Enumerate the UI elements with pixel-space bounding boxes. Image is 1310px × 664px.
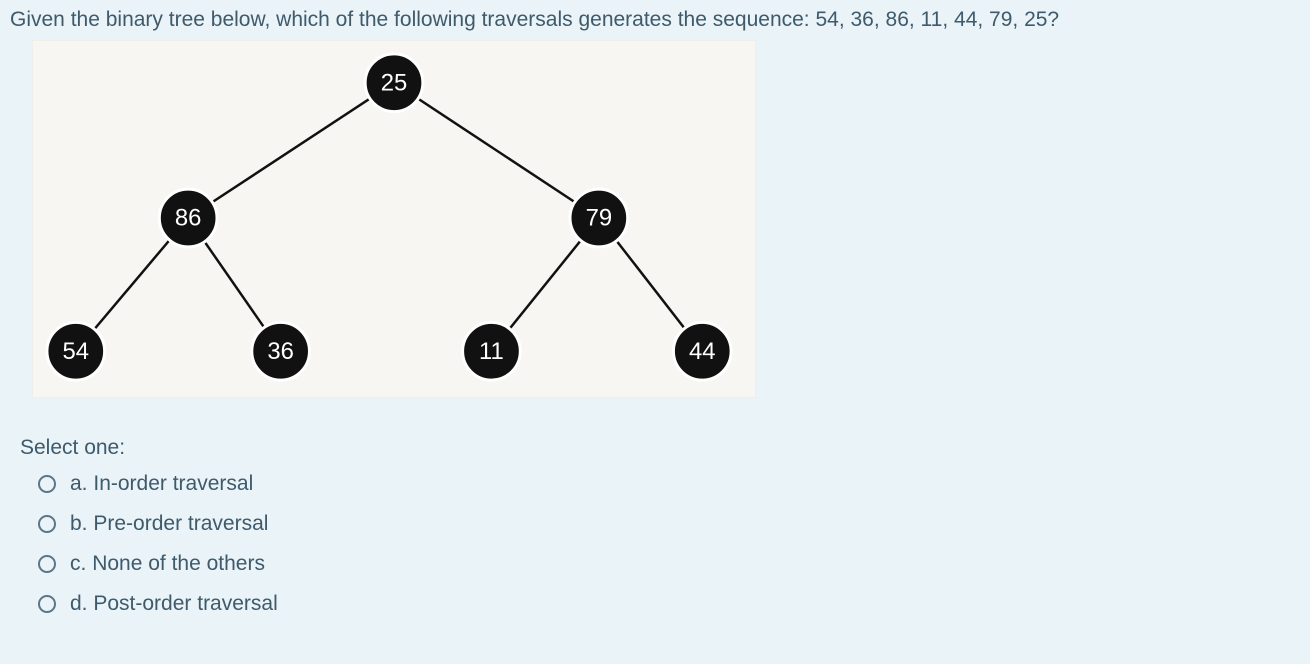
radio-a[interactable] xyxy=(38,475,56,493)
edge-root-right xyxy=(394,83,599,218)
option-d-label[interactable]: d. Post-order traversal xyxy=(70,592,278,616)
option-d[interactable]: d. Post-order traversal xyxy=(38,592,1300,616)
option-a-letter: a. xyxy=(70,472,88,495)
radio-d[interactable] xyxy=(38,595,56,613)
tree-node-leftleft-label: 54 xyxy=(63,338,90,365)
option-c[interactable]: c. None of the others xyxy=(38,552,1300,576)
tree-node-right: 79 xyxy=(570,190,628,248)
radio-b[interactable] xyxy=(38,515,56,533)
option-d-text: Post-order traversal xyxy=(93,592,277,615)
tree-node-leftright-label: 36 xyxy=(267,338,294,365)
option-c-letter: c. xyxy=(70,552,86,575)
option-b[interactable]: b. Pre-order traversal xyxy=(38,512,1300,536)
options-list: a. In-order traversal b. Pre-order trave… xyxy=(38,472,1300,616)
tree-node-left-label: 86 xyxy=(175,205,202,232)
option-c-label[interactable]: c. None of the others xyxy=(70,552,265,576)
radio-c[interactable] xyxy=(38,555,56,573)
tree-node-root-label: 25 xyxy=(381,70,408,97)
tree-node-root: 25 xyxy=(365,54,423,112)
tree-node-rightright: 44 xyxy=(673,323,731,381)
option-a[interactable]: a. In-order traversal xyxy=(38,472,1300,496)
tree-node-leftright: 36 xyxy=(252,323,310,381)
option-d-letter: d. xyxy=(70,592,88,615)
option-b-letter: b. xyxy=(70,512,88,535)
tree-node-rightleft-label: 11 xyxy=(479,338,504,365)
tree-node-left: 86 xyxy=(159,190,217,248)
tree-node-rightleft: 11 xyxy=(463,323,521,381)
option-a-label[interactable]: a. In-order traversal xyxy=(70,472,253,496)
option-b-label[interactable]: b. Pre-order traversal xyxy=(70,512,268,536)
edge-root-left xyxy=(188,83,394,218)
tree-node-rightright-label: 44 xyxy=(689,338,716,365)
option-a-text: In-order traversal xyxy=(93,472,253,495)
tree-diagram: 25 86 79 54 36 11 xyxy=(32,40,756,398)
option-c-text: None of the others xyxy=(92,552,265,575)
option-b-text: Pre-order traversal xyxy=(93,512,268,535)
tree-svg: 25 86 79 54 36 11 xyxy=(33,41,755,397)
select-one-label: Select one: xyxy=(20,436,1300,460)
tree-node-leftleft: 54 xyxy=(47,323,105,381)
tree-node-right-label: 79 xyxy=(586,205,613,232)
question-text: Given the binary tree below, which of th… xyxy=(10,6,1300,34)
